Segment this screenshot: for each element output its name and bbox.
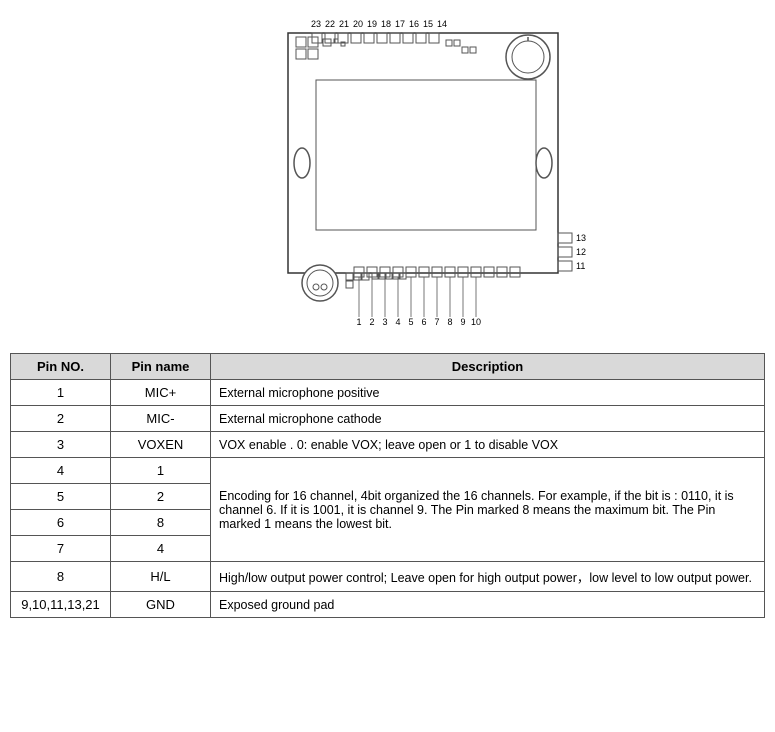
table-row: 2MIC-External microphone cathode [11, 406, 765, 432]
cell-pin-no: 3 [11, 432, 111, 458]
table-row: 3VOXENVOX enable . 0: enable VOX; leave … [11, 432, 765, 458]
cell-description: High/low output power control; Leave ope… [211, 562, 765, 592]
svg-text:4: 4 [395, 317, 400, 327]
cell-description: VOX enable . 0: enable VOX; leave open o… [211, 432, 765, 458]
cell-pin-no: 4 [11, 458, 111, 484]
cell-pin-name: 4 [111, 536, 211, 562]
svg-text:1: 1 [356, 317, 361, 327]
header-pin-no: Pin NO. [11, 354, 111, 380]
svg-text:13: 13 [576, 233, 586, 243]
svg-text:20: 20 [352, 19, 362, 29]
svg-text:10: 10 [470, 317, 480, 327]
cell-pin-name: GND [111, 592, 211, 618]
table-row: 1MIC+External microphone positive [11, 380, 765, 406]
module-diagram: 23 22 21 20 19 18 17 16 15 14 [168, 15, 608, 335]
svg-text:7: 7 [434, 317, 439, 327]
cell-pin-name: MIC+ [111, 380, 211, 406]
cell-pin-name: 1 [111, 458, 211, 484]
cell-description: Encoding for 16 channel, 4bit organized … [211, 458, 765, 562]
svg-text:15: 15 [422, 19, 432, 29]
svg-text:2: 2 [369, 317, 374, 327]
cell-pin-no: 2 [11, 406, 111, 432]
svg-text:18: 18 [380, 19, 390, 29]
cell-pin-no: 1 [11, 380, 111, 406]
svg-text:17: 17 [394, 19, 404, 29]
cell-pin-no: 9,10,11,13,21 [11, 592, 111, 618]
diagram-container: 23 22 21 20 19 18 17 16 15 14 [10, 10, 765, 335]
svg-text:5: 5 [408, 317, 413, 327]
svg-text:8: 8 [447, 317, 452, 327]
pin-table: Pin NO. Pin name Description 1MIC+Extern… [10, 353, 765, 618]
svg-text:16: 16 [408, 19, 418, 29]
cell-description: External microphone positive [211, 380, 765, 406]
table-row: 9,10,11,13,21GNDExposed ground pad [11, 592, 765, 618]
cell-description: External microphone cathode [211, 406, 765, 432]
cell-pin-name: 2 [111, 484, 211, 510]
svg-text:11: 11 [576, 261, 585, 271]
svg-text:6: 6 [421, 317, 426, 327]
svg-text:22: 22 [324, 19, 334, 29]
svg-text:12: 12 [576, 247, 586, 257]
cell-pin-no: 7 [11, 536, 111, 562]
table-row: 8H/LHigh/low output power control; Leave… [11, 562, 765, 592]
cell-description: Exposed ground pad [211, 592, 765, 618]
cell-pin-no: 5 [11, 484, 111, 510]
svg-text:14: 14 [436, 19, 446, 29]
svg-text:9: 9 [460, 317, 465, 327]
header-pin-name: Pin name [111, 354, 211, 380]
cell-pin-name: VOXEN [111, 432, 211, 458]
svg-text:23: 23 [310, 19, 320, 29]
svg-text:19: 19 [366, 19, 376, 29]
cell-pin-no: 6 [11, 510, 111, 536]
cell-pin-no: 8 [11, 562, 111, 592]
cell-pin-name: H/L [111, 562, 211, 592]
cell-pin-name: 8 [111, 510, 211, 536]
table-row: 41Encoding for 16 channel, 4bit organize… [11, 458, 765, 484]
svg-text:3: 3 [382, 317, 387, 327]
svg-text:21: 21 [338, 19, 348, 29]
header-description: Description [211, 354, 765, 380]
cell-pin-name: MIC- [111, 406, 211, 432]
